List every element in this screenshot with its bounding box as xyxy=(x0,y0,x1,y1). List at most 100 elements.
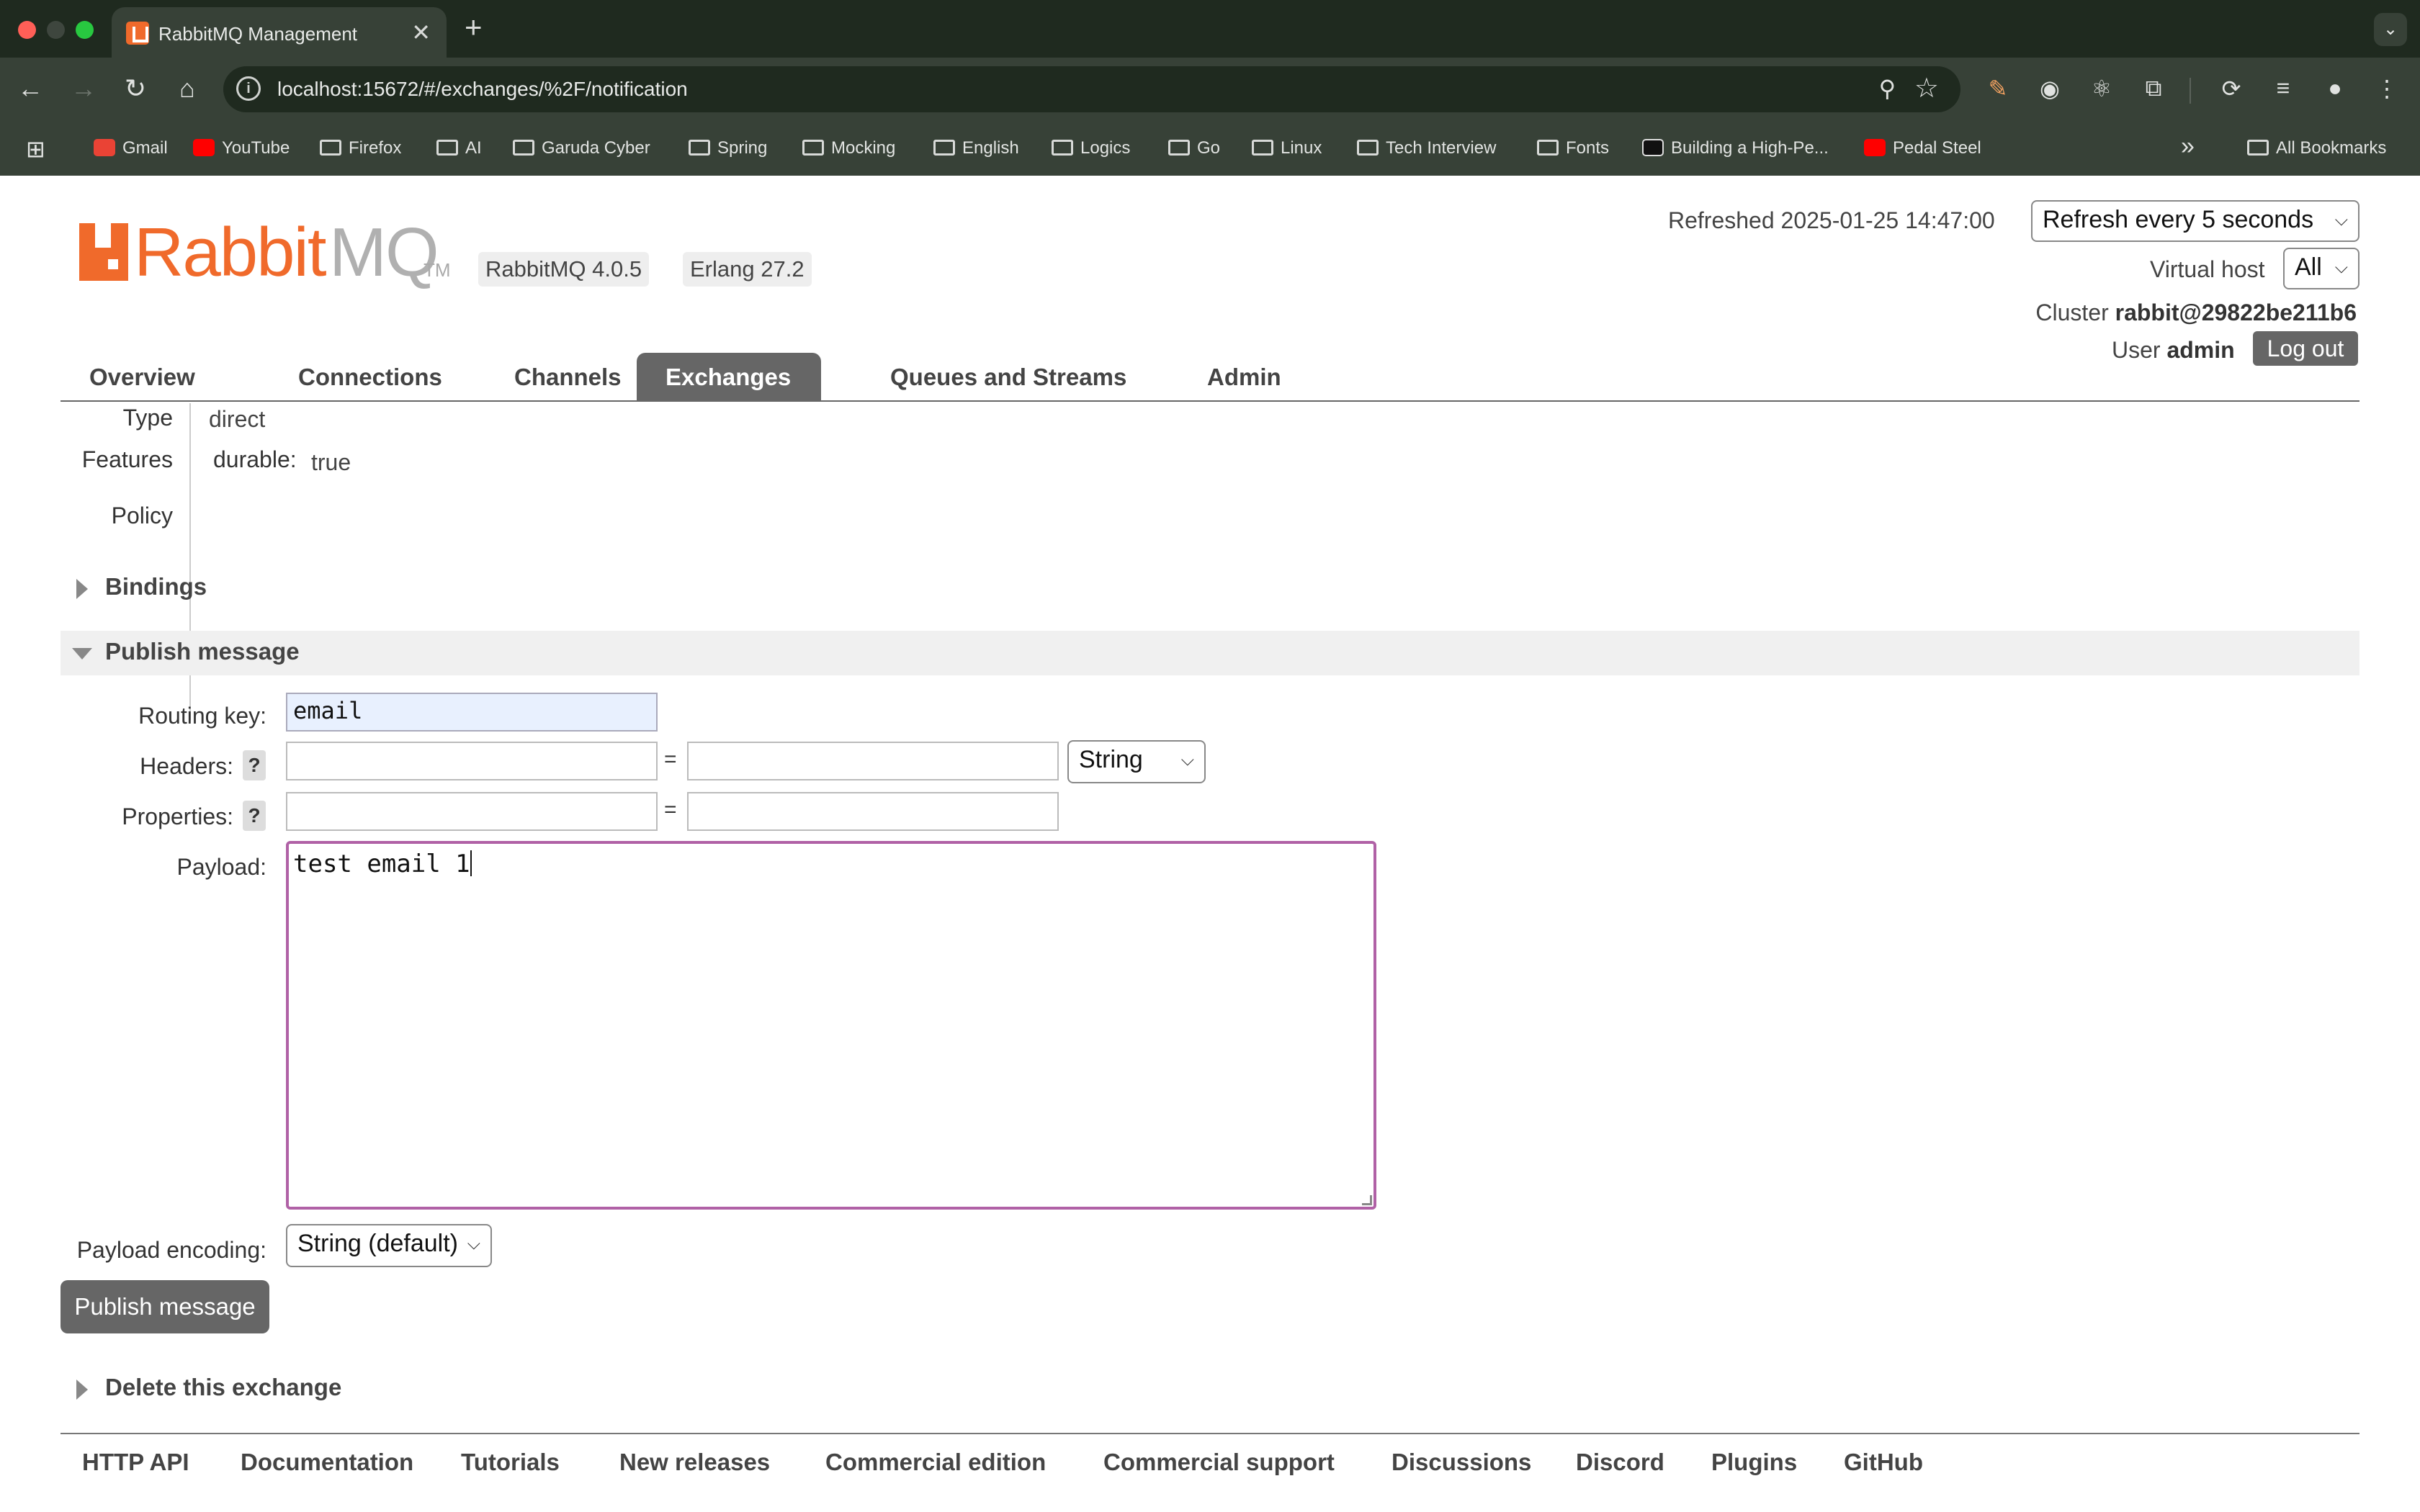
publish-section-header[interactable]: Publish message xyxy=(60,631,2360,675)
bookmark-youtube[interactable]: YouTube xyxy=(193,138,290,158)
property-key-input[interactable] xyxy=(286,792,658,831)
refresh-interval-select[interactable]: Refresh every 5 seconds ⌵ xyxy=(2031,200,2360,242)
cluster-name: rabbit@29822be211b6 xyxy=(2115,300,2357,325)
pen-extension-icon[interactable]: ✎ xyxy=(1982,75,2014,102)
footer-link-github[interactable]: GitHub xyxy=(1844,1449,1923,1476)
footer-link-new-releases[interactable]: New releases xyxy=(619,1449,770,1476)
footer-link-documentation[interactable]: Documentation xyxy=(241,1449,413,1476)
bookmarks-overflow-icon[interactable]: » xyxy=(2181,132,2195,161)
back-icon[interactable]: ← xyxy=(14,73,46,104)
erlang-version-badge: Erlang 27.2 xyxy=(683,252,812,287)
collapse-triangle-icon xyxy=(72,648,92,660)
tab-channels[interactable]: Channels xyxy=(485,353,650,402)
bookmark-ai[interactable]: AI xyxy=(436,138,482,158)
properties-label: Properties: xyxy=(122,804,233,829)
property-value-input[interactable] xyxy=(687,792,1059,831)
expand-triangle-icon xyxy=(76,1380,88,1400)
browser-tab-strip: RabbitMQ Management ✕ + ⌄ xyxy=(0,0,2420,58)
bookmark-mocking[interactable]: Mocking xyxy=(802,138,895,158)
refresh-interval-value: Refresh every 5 seconds xyxy=(2043,206,2314,233)
virtual-host-select[interactable]: All ⌵ xyxy=(2283,248,2360,289)
maximize-window-button[interactable] xyxy=(76,21,94,39)
rabbitmq-logo-icon xyxy=(79,223,128,281)
footer-link-http-api[interactable]: HTTP API xyxy=(82,1449,189,1476)
bookmark-tech-interview[interactable]: Tech Interview xyxy=(1357,138,1496,158)
header-value-input[interactable] xyxy=(687,742,1059,780)
routing-key-input[interactable]: email xyxy=(286,693,658,732)
header-type-select[interactable]: String ⌵ xyxy=(1067,740,1206,783)
footer-link-discussions[interactable]: Discussions xyxy=(1392,1449,1531,1476)
bookmark-logics[interactable]: Logics xyxy=(1052,138,1130,158)
reload-icon[interactable]: ↻ xyxy=(120,73,151,104)
payload-textarea[interactable]: test email 1 xyxy=(286,841,1376,1210)
bookmark-pedal-steel[interactable]: Pedal Steel xyxy=(1864,138,1981,158)
bookmark-linux[interactable]: Linux xyxy=(1252,138,1322,158)
browser-menu-icon[interactable]: ⋮ xyxy=(2371,75,2403,102)
address-bar[interactable]: i localhost:15672/#/exchanges/%2F/notifi… xyxy=(223,66,1960,112)
apps-grid-icon[interactable]: ⊞ xyxy=(26,135,45,163)
payload-label: Payload: xyxy=(176,854,266,880)
cluster-info: Cluster rabbit@29822be211b6 xyxy=(2035,300,2357,326)
bookmark-garuda-cyber[interactable]: Garuda Cyber xyxy=(513,138,650,158)
payload-encoding-label: Payload encoding: xyxy=(76,1237,266,1263)
header-type-value: String xyxy=(1079,746,1143,773)
policy-label: Policy xyxy=(111,503,173,528)
folder-icon xyxy=(1168,140,1190,156)
performance-icon[interactable]: ⟳ xyxy=(2215,75,2247,102)
rabbitmq-favicon-icon xyxy=(126,22,149,45)
delete-section-header[interactable]: Delete this exchange xyxy=(60,1367,2360,1411)
profile-avatar-icon[interactable]: ● xyxy=(2319,75,2351,102)
home-icon[interactable]: ⌂ xyxy=(171,73,203,104)
rabbitmq-version-badge: RabbitMQ 4.0.5 xyxy=(478,252,650,287)
tab-queues-and-streams[interactable]: Queues and Streams xyxy=(861,353,1155,402)
star-icon[interactable]: ☆ xyxy=(1914,72,1939,104)
all-bookmarks[interactable]: All Bookmarks xyxy=(2247,138,2386,158)
tab-search-chevron-icon[interactable]: ⌄ xyxy=(2374,13,2407,46)
folder-icon xyxy=(1252,140,1273,156)
footer-link-plugins[interactable]: Plugins xyxy=(1711,1449,1797,1476)
extensions-icon[interactable]: ⧉ xyxy=(2138,75,2169,102)
type-value: direct xyxy=(209,406,266,432)
tab-admin[interactable]: Admin xyxy=(1178,353,1310,402)
folder-icon xyxy=(2247,140,2269,156)
media-controls-icon[interactable]: ≡ xyxy=(2267,75,2299,102)
footer-link-tutorials[interactable]: Tutorials xyxy=(461,1449,560,1476)
react-extension-icon[interactable]: ⚛ xyxy=(2086,75,2118,102)
tab-connections[interactable]: Connections xyxy=(269,353,471,402)
header-key-input[interactable] xyxy=(286,742,658,780)
logo-text-mq: MQ xyxy=(329,214,439,291)
folder-icon xyxy=(689,140,710,156)
publish-message-button[interactable]: Publish message xyxy=(60,1280,269,1333)
bindings-section-header[interactable]: Bindings xyxy=(60,566,2360,611)
bindings-title: Bindings xyxy=(105,573,207,600)
forward-icon[interactable]: → xyxy=(68,73,99,104)
browser-tab[interactable]: RabbitMQ Management ✕ xyxy=(112,7,447,58)
bookmark-fonts[interactable]: Fonts xyxy=(1537,138,1609,158)
folder-icon xyxy=(933,140,955,156)
properties-help-button[interactable]: ? xyxy=(243,801,266,831)
tab-overview[interactable]: Overview xyxy=(60,353,224,402)
payload-encoding-select[interactable]: String (default) ⌵ xyxy=(286,1224,492,1267)
footer-link-commercial-edition[interactable]: Commercial edition xyxy=(825,1449,1046,1476)
headers-equals-sign: = xyxy=(664,747,677,771)
bookmark-english[interactable]: English xyxy=(933,138,1019,158)
footer-link-commercial-support[interactable]: Commercial support xyxy=(1103,1449,1335,1476)
tab-exchanges[interactable]: Exchanges xyxy=(637,353,821,402)
bookmark-spring[interactable]: Spring xyxy=(689,138,767,158)
zoom-icon[interactable]: ⚲ xyxy=(1879,75,1896,102)
circle-extension-icon[interactable]: ◉ xyxy=(2034,75,2066,102)
headers-help-button[interactable]: ? xyxy=(243,750,266,780)
tab-close-icon[interactable]: ✕ xyxy=(411,19,431,46)
footer-link-discord[interactable]: Discord xyxy=(1576,1449,1664,1476)
site-info-icon[interactable]: i xyxy=(236,76,261,101)
bookmark-gmail[interactable]: Gmail xyxy=(94,138,168,158)
close-window-button[interactable] xyxy=(18,21,36,39)
url-text[interactable]: localhost:15672/#/exchanges/%2F/notifica… xyxy=(277,78,688,101)
bookmark-firefox[interactable]: Firefox xyxy=(320,138,401,158)
resize-handle-icon[interactable] xyxy=(1362,1195,1372,1205)
bookmark-building-high-perf[interactable]: Building a High-Pe... xyxy=(1642,138,1829,158)
bookmark-go[interactable]: Go xyxy=(1168,138,1220,158)
headers-label: Headers: xyxy=(140,753,233,779)
minimize-window-button[interactable] xyxy=(47,21,65,39)
new-tab-button[interactable]: + xyxy=(465,10,483,45)
